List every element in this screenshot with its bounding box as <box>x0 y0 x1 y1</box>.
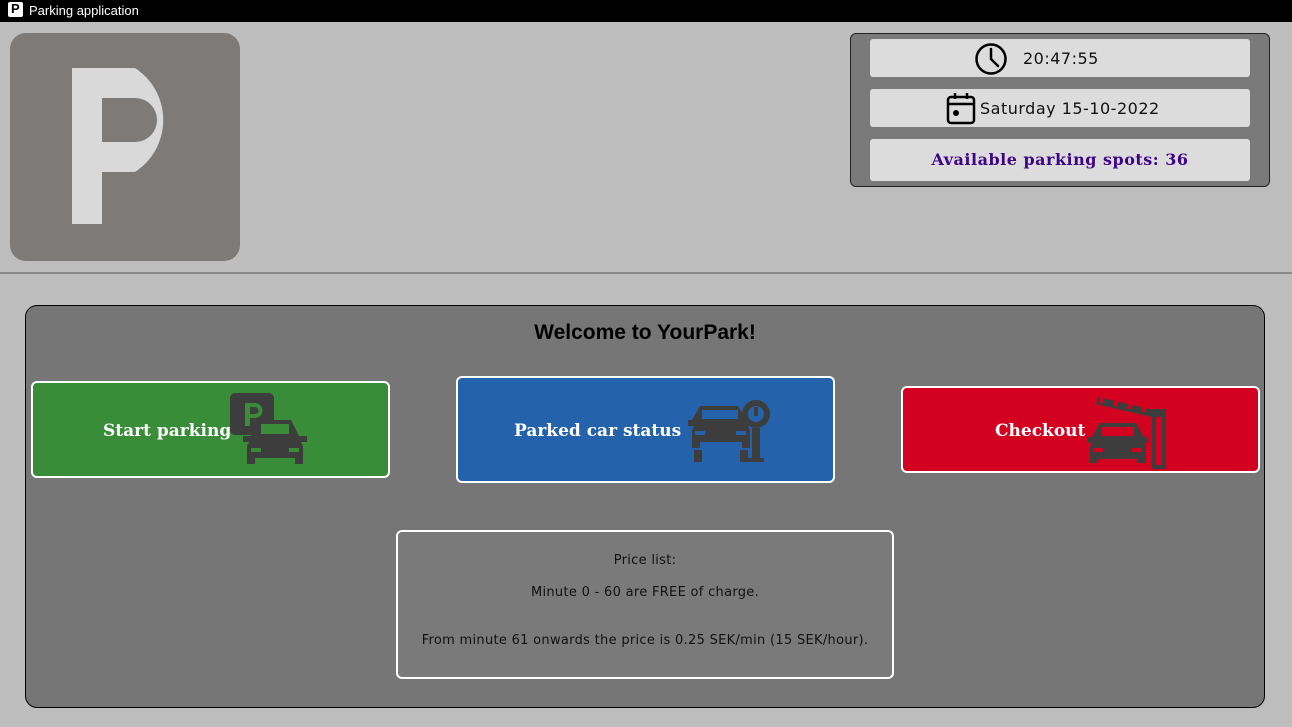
parking-logo <box>10 33 240 261</box>
app-parking-icon <box>8 1 23 17</box>
parked-car-status-button[interactable]: Parked car status <box>456 376 835 483</box>
checkout-button[interactable]: Checkout <box>901 386 1260 473</box>
start-parking-button[interactable]: Start parking <box>31 381 390 478</box>
price-list-free-line: Minute 0 - 60 are FREE of charge. <box>530 585 760 600</box>
date-row: Saturday 15-10-2022 <box>870 89 1250 127</box>
parking-car-icon <box>229 392 315 476</box>
clock-row: 20:47:55 <box>870 39 1250 77</box>
date-text: Saturday 15-10-2022 <box>980 99 1160 118</box>
window-titlebar: Parking application <box>0 0 1292 22</box>
clock-time: 20:47:55 <box>1023 49 1099 68</box>
info-panel: 20:47:55 Saturday 15-10-2022 Available p… <box>850 33 1270 187</box>
parking-p-icon <box>72 68 164 224</box>
parked-car-status-label: Parked car status <box>514 421 682 441</box>
checkout-label: Checkout <box>995 421 1086 441</box>
window-title: Parking application <box>29 3 139 18</box>
start-parking-label: Start parking <box>103 421 232 441</box>
price-list-box: Price list: Minute 0 - 60 are FREE of ch… <box>396 530 894 679</box>
header-divider <box>0 272 1292 274</box>
barrier-gate-car-icon <box>1086 391 1176 473</box>
price-list-rate-line: From minute 61 onwards the price is 0.25… <box>421 633 869 648</box>
main-panel: Welcome to YourPark! Start parking Parke… <box>25 305 1265 708</box>
parking-meter-car-icon <box>686 398 776 468</box>
available-spots-text: Available parking spots: 36 <box>931 150 1189 169</box>
calendar-icon <box>945 92 977 130</box>
available-spots-row: Available parking spots: 36 <box>870 139 1250 181</box>
welcome-heading: Welcome to YourPark! <box>534 321 756 344</box>
price-list-heading: Price list: <box>613 553 677 568</box>
clock-icon <box>974 42 1008 80</box>
